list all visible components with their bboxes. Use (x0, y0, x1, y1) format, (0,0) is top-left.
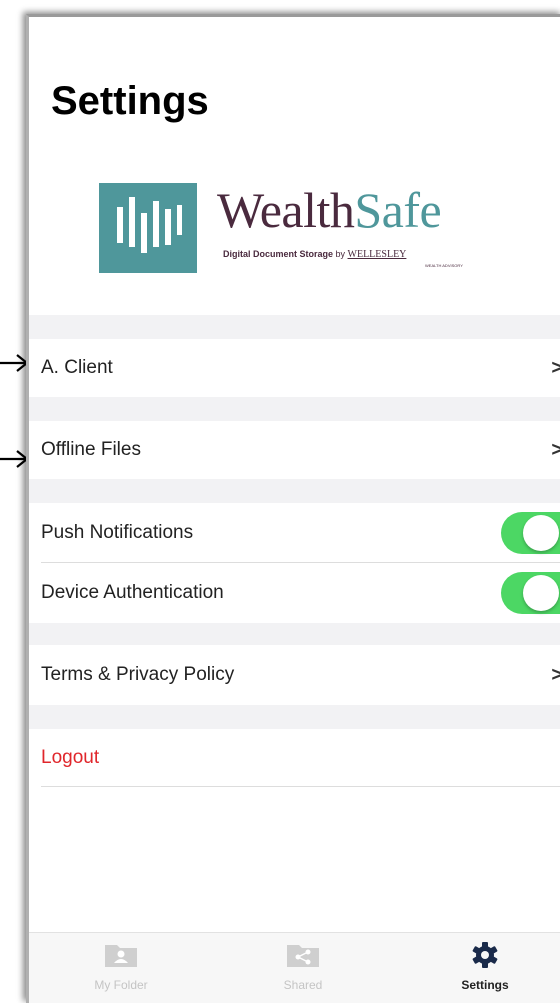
tab-settings[interactable]: Settings (425, 941, 545, 992)
page-title: Settings (51, 79, 209, 123)
account-row[interactable]: A. Client > (29, 339, 560, 397)
tab-bar: My Folder Shared Settings (29, 932, 560, 1003)
device-authentication-label: Device Authentication (41, 582, 224, 603)
tab-my-folder[interactable]: My Folder (61, 941, 181, 992)
offline-files-label: Offline Files (41, 439, 141, 460)
logout-label: Logout (41, 747, 100, 768)
chevron-right-icon: > (551, 439, 560, 462)
toggle-knob (523, 575, 559, 611)
section-gap (29, 623, 560, 645)
terms-privacy-label: Terms & Privacy Policy (41, 664, 235, 685)
divider (41, 786, 560, 787)
logo-wordmark: WealthSafe (217, 182, 442, 238)
folder-user-icon (105, 945, 137, 967)
tab-label: Shared (283, 978, 323, 992)
logout-row[interactable]: Logout (29, 729, 560, 787)
push-notifications-row: Push Notifications (29, 503, 560, 563)
phone-screen: Settings WealthSafe Digital Document Sto… (26, 14, 560, 1003)
push-notifications-toggle[interactable] (501, 512, 560, 554)
section-gap (29, 397, 560, 421)
logo-subtext: WEALTH ADVISORY (425, 263, 463, 268)
gear-icon (472, 942, 498, 968)
tab-label: My Folder (94, 978, 148, 992)
tab-shared[interactable]: Shared (243, 941, 363, 992)
chevron-right-icon: > (551, 664, 560, 687)
offline-files-row[interactable]: Offline Files > (29, 421, 560, 479)
share-icon (287, 945, 319, 967)
account-name: A. Client (41, 357, 113, 378)
bar-chart-logo-icon (99, 183, 197, 273)
logo-tagline: Digital Document Storage by WELLESLEY (223, 249, 407, 260)
device-authentication-toggle[interactable] (501, 572, 560, 614)
toggle-knob (523, 515, 559, 551)
device-authentication-row: Device Authentication (29, 563, 560, 623)
section-gap (29, 315, 560, 339)
chevron-right-icon: > (551, 357, 560, 380)
section-gap (29, 705, 560, 729)
push-notifications-label: Push Notifications (41, 522, 194, 543)
tab-label: Settings (461, 978, 509, 992)
terms-privacy-row[interactable]: Terms & Privacy Policy > (29, 645, 560, 705)
section-gap (29, 479, 560, 503)
